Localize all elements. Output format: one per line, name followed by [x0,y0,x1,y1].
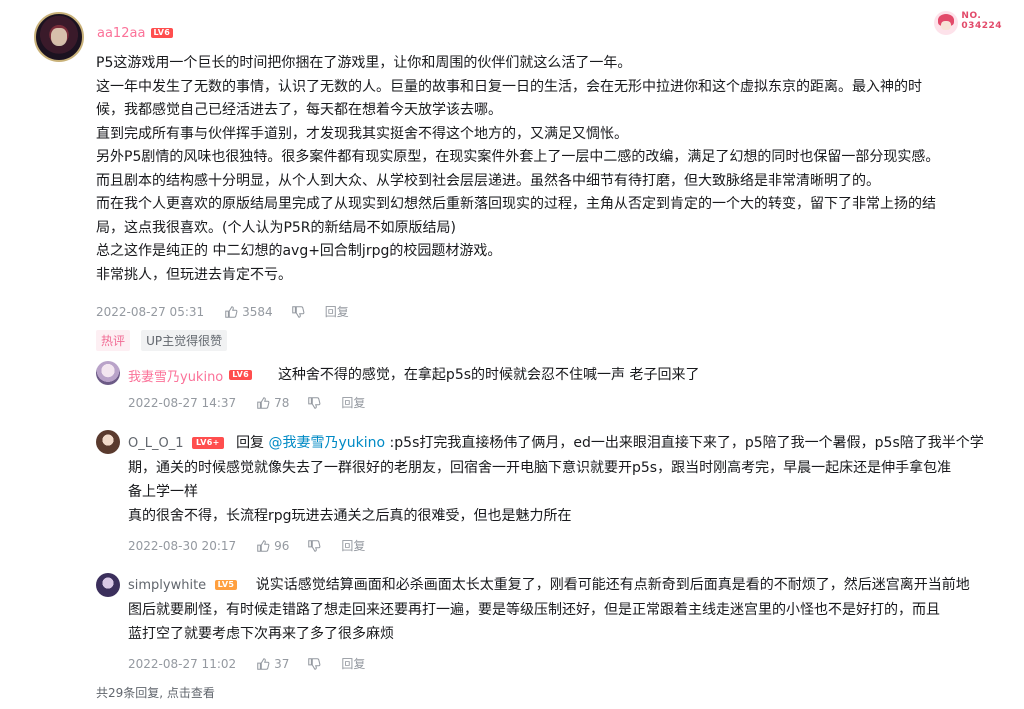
thumbs-up-icon [257,396,270,409]
dislike-button[interactable] [307,396,321,410]
reply-button[interactable]: 回复 [341,655,365,672]
fan-number-badge: NO. 034224 [934,11,1002,35]
comment-header: aa12aa LV6 [97,22,174,41]
reply-3-content: simplywhite LV5 说实话感觉结算画面和必杀画面太长太重复了，刚看可… [128,577,970,642]
reply-username[interactable]: simplywhite [128,578,206,593]
comment-time: 2022-08-27 05:31 [96,304,205,319]
reply-username[interactable]: O_L_O_1 [128,436,183,451]
reply-text: 这种舍不得的感觉，在拿起p5s的时候就会忍不住喊一声 老子回来了 [277,367,700,383]
comment-tags: 热评 UP主觉得很赞 [96,330,228,351]
dislike-button[interactable] [291,305,305,319]
reply-time: 2022-08-30 20:17 [128,538,237,553]
mention-link[interactable]: @我妻雪乃yukino [269,435,386,451]
reply-avatar[interactable] [96,361,120,385]
level-badge: LV6+ [191,437,224,449]
reply-time: 2022-08-27 14:37 [128,395,237,410]
view-more-replies[interactable]: 共29条回复, 点击查看 [96,684,215,701]
thumbs-down-icon [308,396,321,409]
hot-tag: 热评 [96,330,131,351]
reply-button[interactable]: 回复 [325,303,349,320]
reply-avatar[interactable] [96,573,120,597]
thumbs-up-icon [225,305,238,318]
dislike-button[interactable] [307,539,321,553]
level-badge: LV6 [150,27,174,38]
like-button[interactable]: 96 [256,539,289,553]
reply-meta: 2022-08-30 20:17 96 回复 [128,537,365,554]
like-count: 37 [274,656,290,671]
thumbs-up-icon [257,657,270,670]
user-avatar[interactable] [34,12,84,62]
reply-button[interactable]: 回复 [341,394,365,411]
like-button[interactable]: 3584 [224,305,273,319]
reply-meta: 2022-08-27 14:37 78 回复 [128,394,365,411]
thumbs-down-icon [291,305,305,318]
reply-2-content: O_L_O_1 LV6+ 回复 @我妻雪乃yukino :p5s打完我直接杨伟了… [128,435,984,524]
reply-time: 2022-08-27 11:02 [128,656,237,671]
username[interactable]: aa12aa [97,26,145,41]
fan-badge-icon [934,11,959,35]
like-count: 78 [274,395,290,410]
reply-username[interactable]: 我妻雪乃yukino [128,366,223,385]
thumbs-up-icon [257,539,270,552]
reply-button[interactable]: 回复 [341,537,365,554]
thumbs-down-icon [308,657,321,670]
comment-meta: 2022-08-27 05:31 3584 回复 [96,303,349,320]
like-button[interactable]: 37 [256,657,289,671]
level-badge: LV5 [214,580,238,590]
like-count: 96 [274,538,290,553]
like-count: 3584 [242,304,273,319]
like-button[interactable]: 78 [256,396,289,410]
level-badge: LV6 [229,370,252,380]
dislike-button[interactable] [307,657,321,671]
up-liked-tag: UP主觉得很赞 [141,330,228,351]
comment-content: P5这游戏用一个巨长的时间把你捆在了游戏里，让你和周围的伙伴们就这么活了一年。 … [96,55,940,283]
reply-avatar[interactable] [96,430,120,454]
thumbs-down-icon [308,539,321,552]
reply-meta: 2022-08-27 11:02 37 回复 [128,655,365,672]
reply-1-line: 我妻雪乃yukino LV6 这种舍不得的感觉，在拿起p5s的时候就会忍不住喊一… [128,363,699,387]
